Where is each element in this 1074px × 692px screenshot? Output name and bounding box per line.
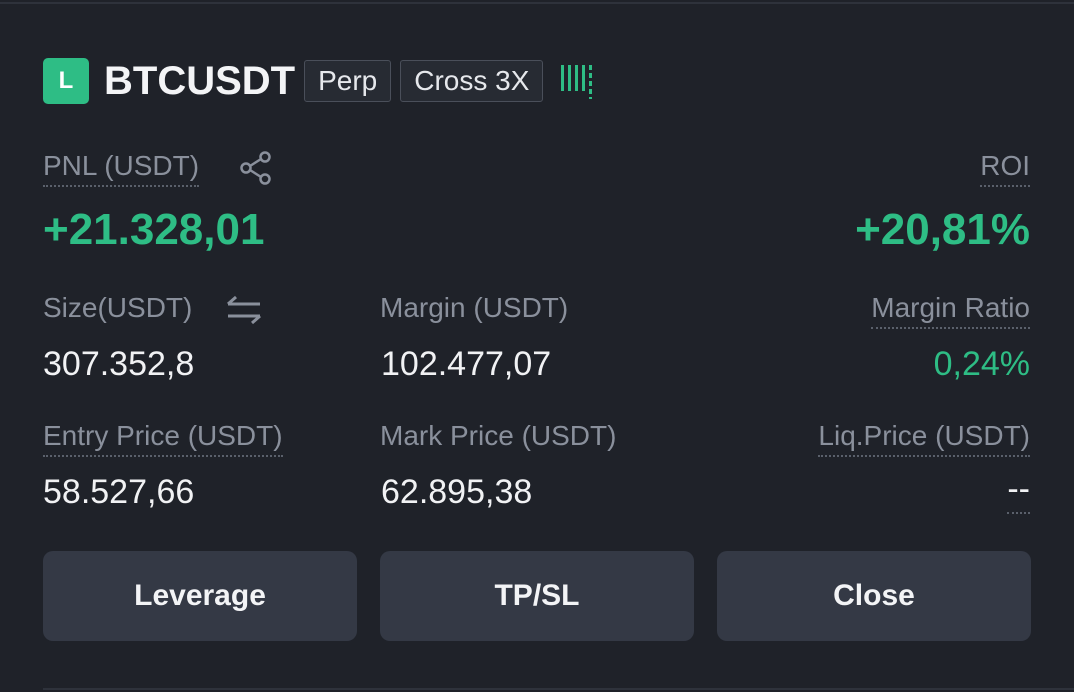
pnl-label[interactable]: PNL (USDT) [43, 150, 200, 187]
share-icon[interactable] [238, 151, 274, 185]
position-card: L BTCUSDT Perp Cross 3X PNL (USDT) +21.3… [0, 0, 1074, 692]
contract-type-tag: Perp [304, 60, 392, 102]
entry-price-value: 58.527,66 [43, 473, 195, 511]
entry-price-label[interactable]: Entry Price (USDT) [43, 420, 283, 457]
margin-ratio-value: 0,24% [933, 345, 1030, 383]
adl-bar-1 [561, 65, 565, 91]
tpsl-button[interactable]: TP/SL [380, 551, 694, 641]
size-value: 307.352,8 [43, 345, 195, 383]
close-position-button[interactable]: Close [717, 551, 1031, 641]
adl-bar-5 [589, 65, 593, 99]
adl-bar-4 [582, 65, 586, 91]
top-divider [0, 2, 1074, 4]
adl-indicator-icon[interactable] [561, 63, 593, 99]
long-side-badge: L [43, 58, 89, 104]
liq-price-value: -- [1007, 470, 1030, 514]
mark-price-value: 62.895,38 [381, 473, 533, 511]
liq-price-label[interactable]: Liq.Price (USDT) [818, 420, 1030, 457]
adl-bar-2 [568, 65, 572, 91]
margin-value: 102.477,07 [381, 345, 552, 383]
roi-label[interactable]: ROI [980, 150, 1030, 187]
size-label: Size(USDT) [43, 292, 193, 323]
position-header: L BTCUSDT Perp Cross 3X [43, 56, 593, 106]
pnl-value: +21.328,01 [43, 205, 265, 254]
symbol-name[interactable]: BTCUSDT [104, 59, 295, 104]
bottom-divider [43, 688, 1074, 690]
mark-price-label: Mark Price (USDT) [380, 420, 617, 451]
leverage-button[interactable]: Leverage [43, 551, 357, 641]
margin-mode-tag[interactable]: Cross 3X [400, 60, 544, 102]
margin-ratio-label[interactable]: Margin Ratio [871, 292, 1030, 329]
roi-value: +20,81% [855, 205, 1030, 254]
adl-bar-3 [575, 65, 579, 91]
swap-arrows-icon[interactable] [224, 294, 264, 326]
margin-label: Margin (USDT) [380, 292, 569, 323]
